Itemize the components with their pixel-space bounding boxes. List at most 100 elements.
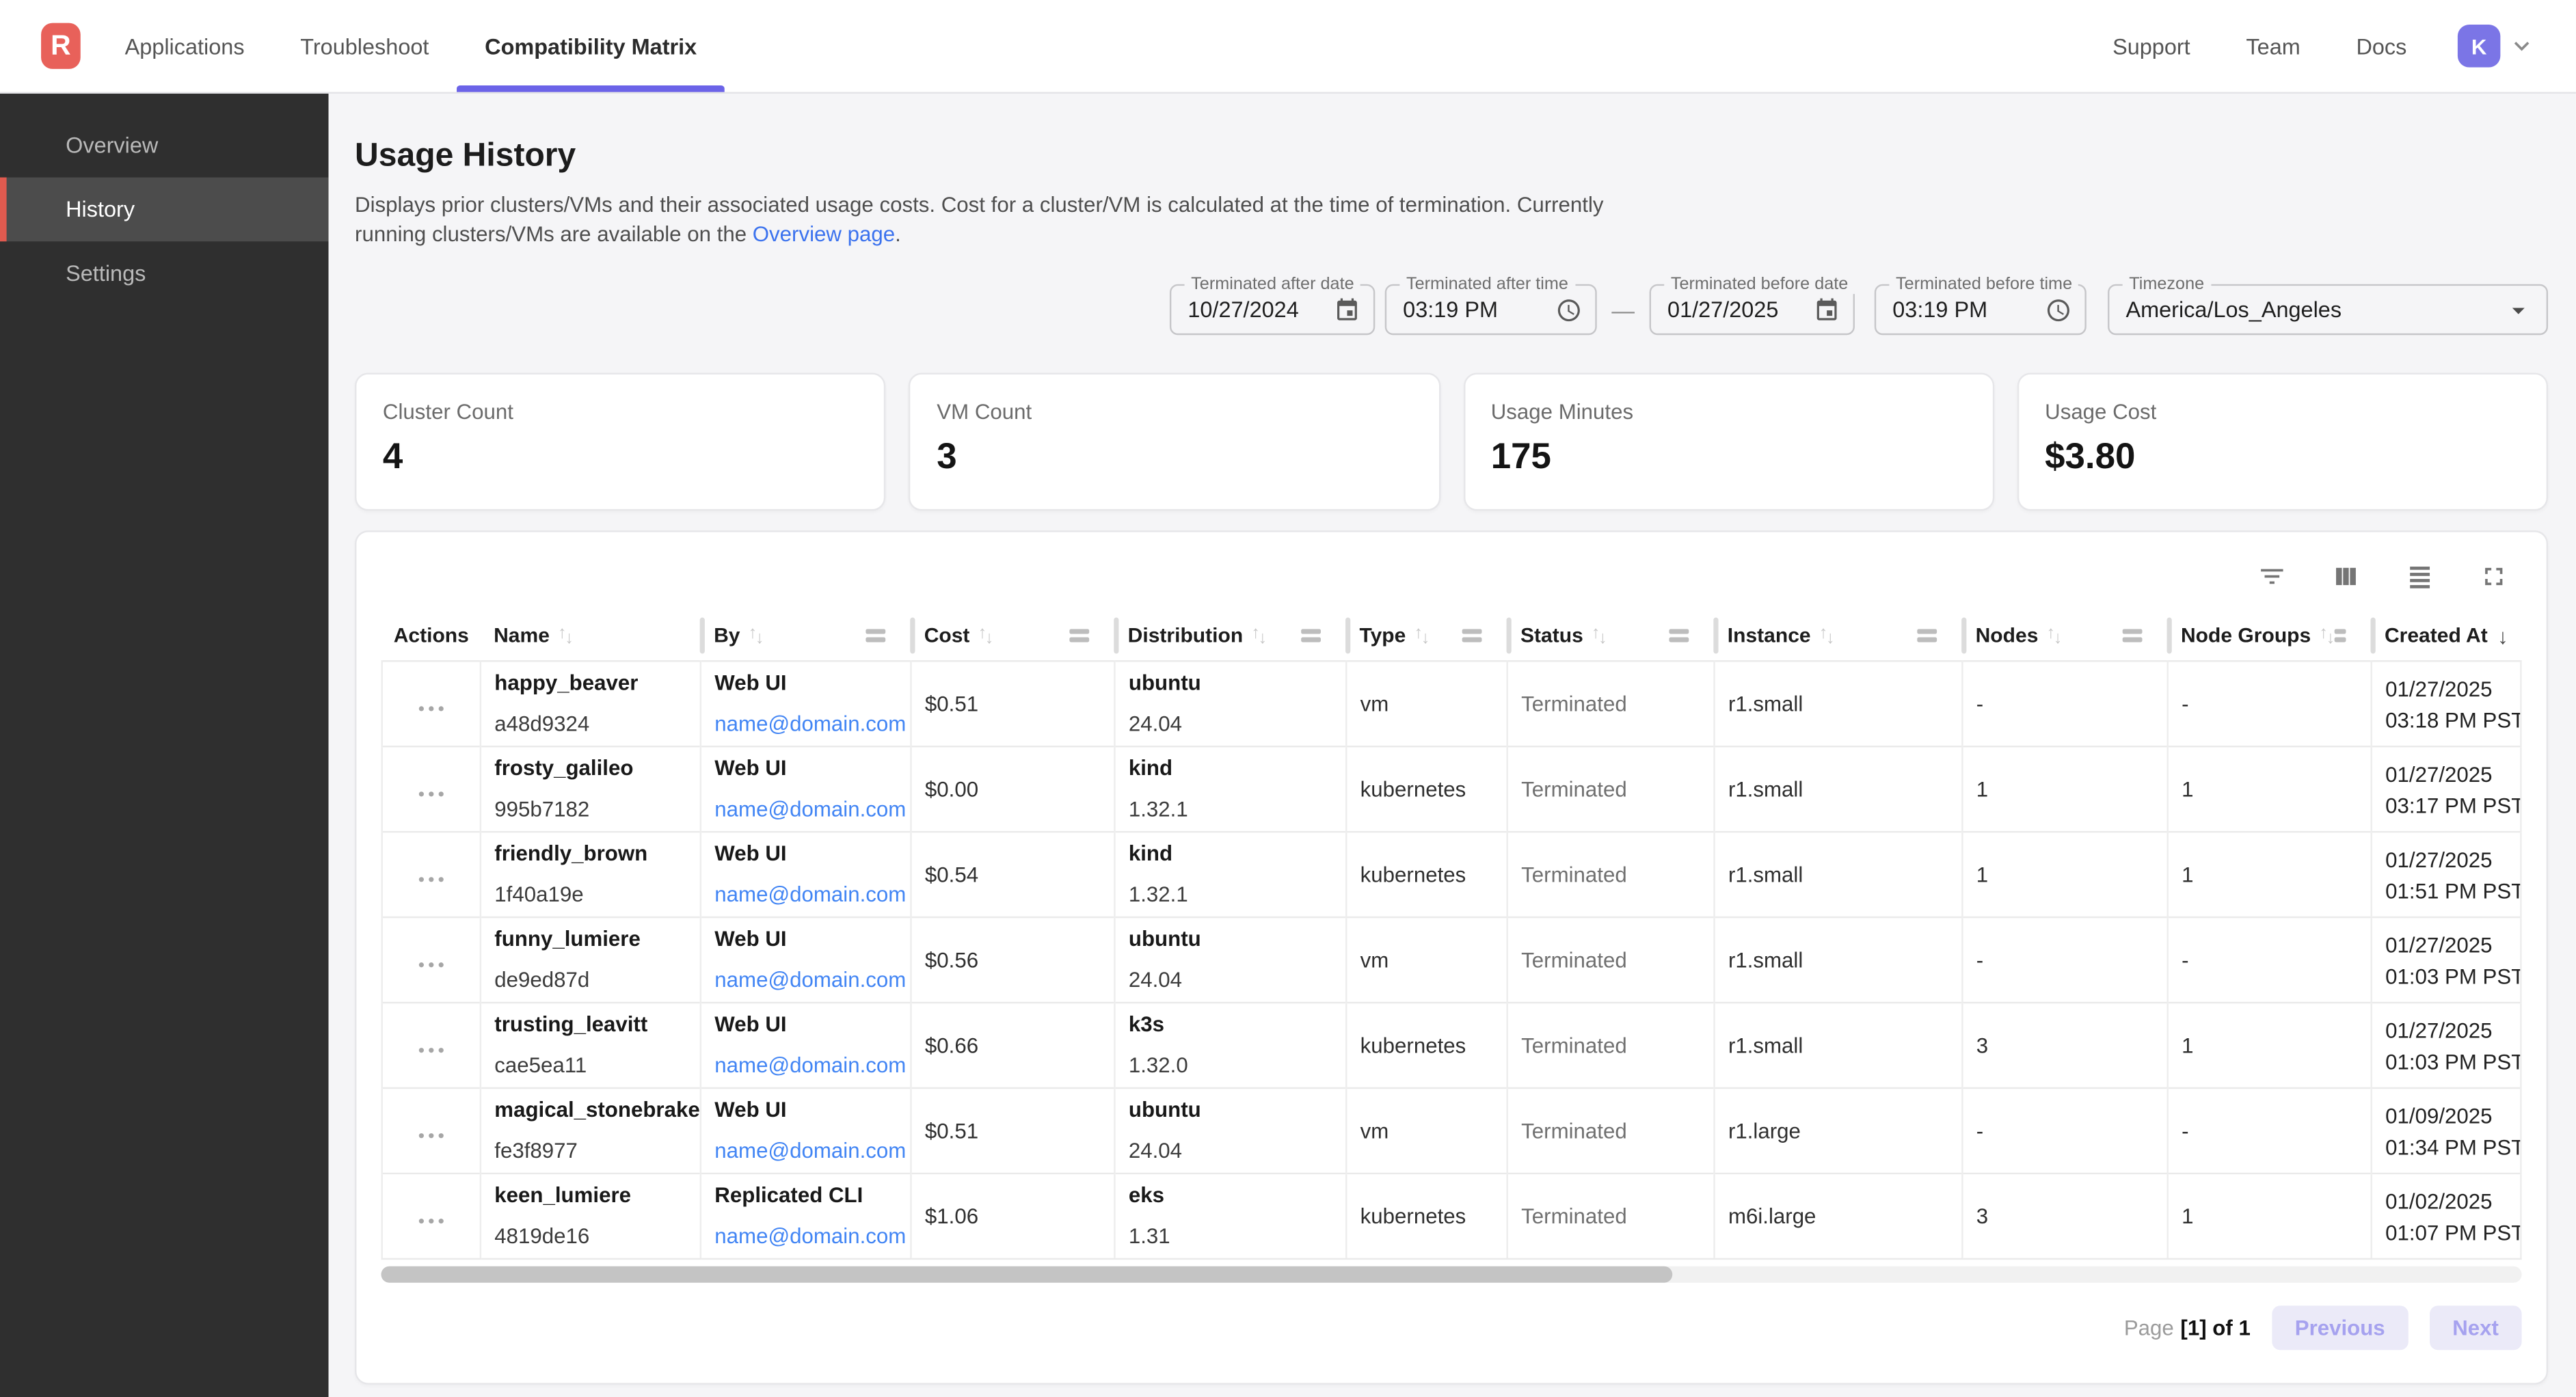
nav-item-compatibility-matrix[interactable]: Compatibility Matrix: [457, 0, 725, 92]
column-header-nodes[interactable]: Nodes↑↓: [1962, 611, 2167, 661]
clock-icon[interactable]: [1556, 297, 1582, 323]
cell-actions: [382, 661, 481, 746]
cell-instance: r1.small: [1715, 746, 1963, 832]
cell-nodes: -: [1962, 1088, 2167, 1174]
clock-icon[interactable]: [2045, 297, 2071, 323]
sort-down-icon: ↓: [2054, 629, 2063, 647]
row-actions-button[interactable]: [418, 1047, 444, 1053]
calendar-icon[interactable]: [1814, 297, 1840, 323]
nav-item-applications[interactable]: Applications: [97, 0, 273, 92]
created-date: 01/02/2025: [2385, 1185, 2507, 1217]
column-header-name[interactable]: Name ↑↓: [481, 611, 701, 661]
column-header-node-groups[interactable]: Node Groups↑↓: [2168, 611, 2372, 661]
field-value: 10/27/2024: [1188, 297, 1298, 322]
sort-icons[interactable]: ↑↓: [2046, 627, 2062, 644]
row-actions-button[interactable]: [418, 1218, 444, 1223]
nav-item-docs[interactable]: Docs: [2329, 33, 2435, 58]
cost-value: $0.51: [925, 692, 978, 716]
cell-instance: r1.large: [1715, 1088, 1963, 1174]
by-email-link[interactable]: name@domain.com: [714, 1053, 897, 1079]
by-email-link[interactable]: name@domain.com: [714, 882, 897, 908]
by-email-link[interactable]: name@domain.com: [714, 967, 897, 993]
sidebar-item-overview[interactable]: Overview: [0, 113, 329, 178]
column-header-distribution[interactable]: Distribution↑↓: [1114, 611, 1346, 661]
terminated-after-date-field[interactable]: Terminated after date 10/27/2024: [1170, 284, 1375, 335]
sort-icons[interactable]: ↑↓: [978, 627, 993, 644]
status-badge: Terminated: [1521, 1118, 1627, 1143]
table-header-row: ActionsName↑↓By↑↓Cost↑↓Distribution↑↓Typ…: [382, 611, 2521, 661]
calendar-icon[interactable]: [1334, 297, 1360, 323]
column-menu-icon[interactable]: [1069, 629, 1088, 642]
stat-card-usage-minutes: Usage Minutes 175: [1463, 372, 1994, 511]
column-header-cost[interactable]: Cost↑↓: [911, 611, 1114, 661]
user-avatar[interactable]: K: [2458, 25, 2500, 67]
sidebar-item-settings[interactable]: Settings: [0, 241, 329, 306]
description-text: Displays prior clusters/VMs and their as…: [355, 192, 1604, 245]
sidebar-item-history[interactable]: History: [0, 178, 329, 242]
cost-value: $1.06: [925, 1204, 978, 1228]
column-header-by[interactable]: By ↑↓: [701, 611, 911, 661]
sort-icons[interactable]: ↑↓: [749, 627, 764, 644]
by-email-link[interactable]: name@domain.com: [714, 1223, 897, 1249]
column-header-created-at[interactable]: Created At↓: [2372, 611, 2521, 661]
scrollbar-thumb[interactable]: [381, 1266, 1672, 1283]
sort-down-icon: ↓: [1598, 629, 1607, 647]
nav-item-team[interactable]: Team: [2218, 33, 2329, 58]
cell-cost: $0.51: [911, 1088, 1114, 1174]
column-label: Name: [494, 624, 550, 647]
terminated-before-date-field[interactable]: Terminated before date 01/27/2025: [1650, 284, 1855, 335]
next-button[interactable]: Next: [2430, 1305, 2522, 1350]
sort-icons[interactable]: ↑↓: [1414, 627, 1430, 644]
row-actions-button[interactable]: [418, 876, 444, 882]
cell-actions: [382, 746, 481, 832]
column-menu-icon[interactable]: [1916, 629, 1936, 642]
nav-item-label: Support: [2112, 33, 2190, 58]
density-icon[interactable]: [2405, 562, 2434, 591]
column-menu-icon[interactable]: [865, 629, 885, 642]
terminated-before-time-field[interactable]: Terminated before time 03:19 PM: [1875, 284, 2087, 335]
cell-distribution: eks1.31: [1114, 1174, 1346, 1259]
sort-icons[interactable]: ↑↓: [1819, 627, 1835, 644]
column-menu-icon[interactable]: [2121, 629, 2141, 642]
horizontal-scrollbar[interactable]: [381, 1266, 2521, 1283]
filter-icon[interactable]: [2257, 562, 2287, 591]
user-menu-chevron-down-icon[interactable]: [2507, 31, 2536, 61]
dropdown-caret-icon[interactable]: [2504, 295, 2533, 324]
column-menu-icon[interactable]: [2335, 629, 2345, 642]
by-email-link[interactable]: name@domain.com: [714, 711, 897, 737]
column-header-type[interactable]: Type↑↓: [1346, 611, 1507, 661]
row-actions-button[interactable]: [418, 962, 444, 967]
column-menu-icon[interactable]: [1668, 629, 1688, 642]
sort-icons[interactable]: ↑↓: [1251, 627, 1267, 644]
row-actions-button[interactable]: [418, 791, 444, 796]
column-header-status[interactable]: Status↑↓: [1507, 611, 1715, 661]
brand-logo[interactable]: R: [41, 23, 81, 69]
row-actions-button[interactable]: [418, 1132, 444, 1138]
table-row: friendly_brown1f40a19eWeb UIname@domain.…: [382, 832, 2521, 917]
sort-icons[interactable]: ↑↓: [2319, 627, 2335, 644]
column-label: By: [714, 624, 740, 647]
by-email-link[interactable]: name@domain.com: [714, 796, 897, 822]
column-header-instance[interactable]: Instance↑↓: [1715, 611, 1963, 661]
sort-icons[interactable]: ↑↓: [1592, 627, 1607, 644]
columns-icon[interactable]: [2331, 562, 2361, 591]
column-menu-icon[interactable]: [1461, 629, 1481, 642]
nav-item-support[interactable]: Support: [2084, 33, 2218, 58]
by-email-link[interactable]: name@domain.com: [714, 1138, 897, 1164]
terminated-after-time-field[interactable]: Terminated after time 03:19 PM: [1385, 284, 1597, 335]
cell-nodes: 3: [1962, 1003, 2167, 1088]
overview-page-link[interactable]: Overview page: [753, 221, 895, 245]
sort-desc-icon[interactable]: ↓: [2497, 623, 2508, 648]
sort-icons[interactable]: ↑↓: [558, 627, 574, 644]
fullscreen-icon[interactable]: [2479, 562, 2508, 591]
row-actions-button[interactable]: [418, 705, 444, 711]
timezone-select[interactable]: Timezone America/Los_Angeles: [2108, 284, 2548, 335]
column-menu-icon[interactable]: [1300, 629, 1320, 642]
nav-item-label: Team: [2246, 33, 2300, 58]
page-value: [1] of 1: [2180, 1316, 2250, 1340]
nav-item-troubleshoot[interactable]: Troubleshoot: [272, 0, 457, 92]
usage-table-card: ActionsName↑↓By↑↓Cost↑↓Distribution↑↓Typ…: [355, 530, 2548, 1385]
cell-by: Web UIname@domain.com: [701, 832, 911, 917]
previous-button[interactable]: Previous: [2272, 1305, 2408, 1350]
created-by-source: Web UI: [714, 1012, 897, 1037]
